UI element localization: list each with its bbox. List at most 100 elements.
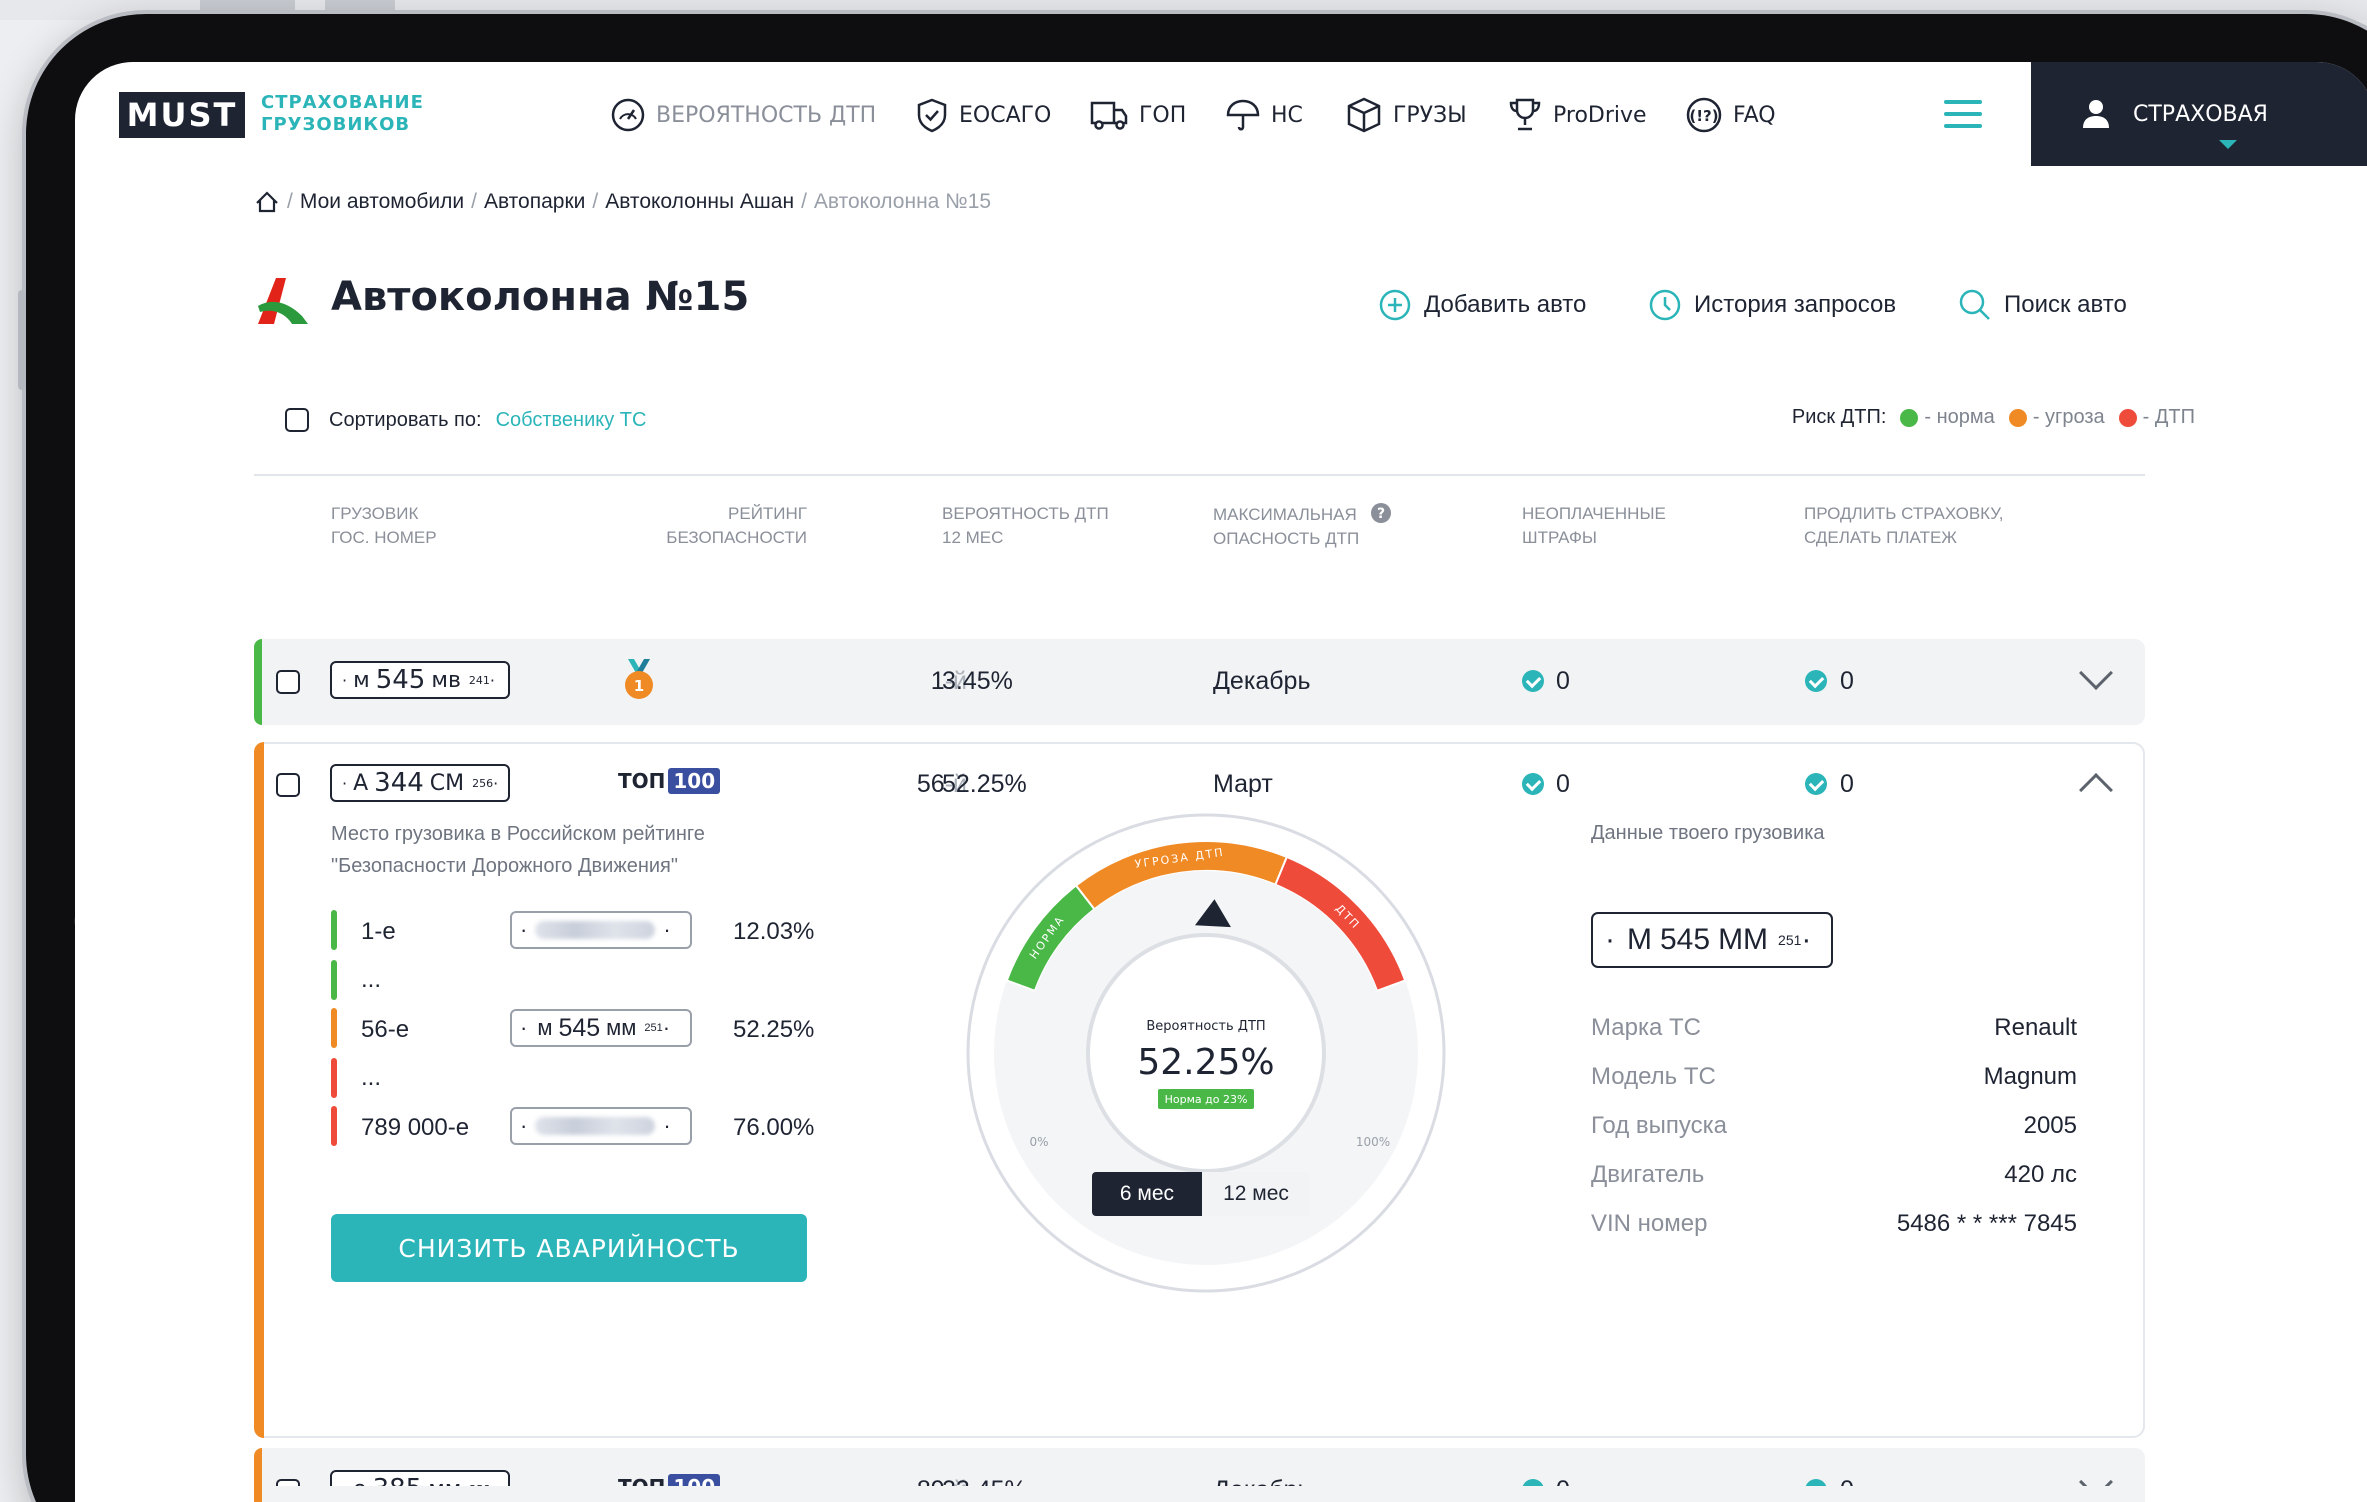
nav-item-eosago[interactable]: ЕОСАГО <box>915 92 1051 138</box>
chevron-down-icon[interactable] <box>2219 140 2237 149</box>
blurred-plate: · · <box>510 1107 692 1145</box>
search-vehicle-label: Поиск авто <box>2004 291 2127 318</box>
plate-number: 344 <box>374 768 424 798</box>
nav-item-cargo[interactable]: ГРУЗЫ <box>1345 92 1467 138</box>
risk-legend-title: Риск ДТП: <box>1791 406 1887 428</box>
chevron-down-icon[interactable] <box>2079 656 2113 690</box>
license-plate: · А 344 СМ 256 · <box>330 764 510 802</box>
check-icon <box>1522 670 1544 692</box>
sort-dropdown[interactable]: Собственику ТС <box>496 409 647 432</box>
breadcrumb-separator: / <box>801 190 807 213</box>
table-row[interactable] <box>254 1486 2145 1502</box>
spec-label: VIN номер <box>1591 1210 1708 1237</box>
column-header-renew: ПРОДЛИТЬ СТРАХОВКУ, СДЕЛАТЬ ПЛАТЕЖ <box>1804 502 2004 550</box>
plate-letters: ММ <box>1718 923 1769 956</box>
add-vehicle-label: Добавить авто <box>1424 291 1587 318</box>
nav-label: ProDrive <box>1553 102 1647 128</box>
column-header-line: НЕОПЛАЧЕННЫЕ <box>1522 504 1666 523</box>
row-checkbox[interactable] <box>276 773 300 797</box>
column-header-text: МАКСИМАЛЬНАЯ <box>1213 505 1357 524</box>
truck-icon <box>1090 101 1128 130</box>
chevron-up-icon[interactable] <box>2079 773 2113 807</box>
rank-bar <box>331 1106 337 1146</box>
svg-text:(!?): (!?) <box>1689 107 1718 125</box>
nav-item-prodrive[interactable]: ProDrive <box>1507 92 1647 138</box>
add-vehicle-button[interactable]: Добавить авто <box>1378 288 1586 322</box>
volume-button <box>18 290 26 390</box>
risk-legend-threat: - угроза <box>2032 406 2105 428</box>
top100-badge: ТОП100 <box>618 768 721 794</box>
rank-place: 789 000-е <box>361 1114 470 1141</box>
check-icon <box>1805 773 1827 795</box>
background-window-tab <box>325 0 395 14</box>
logo-subtitle-line: ГРУЗОВИКОВ <box>261 114 411 135</box>
breadcrumb-link[interactable]: Автоколонны Ашан <box>605 190 794 214</box>
plate-letter: А <box>353 770 369 796</box>
sort-control: Сортировать по: Собственику ТС <box>285 408 646 432</box>
column-header-line: ГРУЗОВИК <box>331 504 419 523</box>
nav-item-accident-probability[interactable]: ВЕРОЯТНОСТЬ ДТП <box>610 92 876 138</box>
plate-dot: · <box>662 1015 671 1040</box>
risk-indicator-bar <box>254 639 262 725</box>
nav-label: ГРУЗЫ <box>1393 102 1467 128</box>
plate-dot: · <box>342 773 348 793</box>
plate-dot: · <box>489 670 495 690</box>
nav-item-gop[interactable]: ГОП <box>1089 92 1186 138</box>
blurred-plate-number <box>535 921 656 939</box>
home-icon[interactable] <box>254 190 280 214</box>
breadcrumb: / Мои автомобили / Автопарки / Автоколон… <box>254 190 991 214</box>
nav-item-ns[interactable]: НС <box>1225 92 1303 138</box>
rank-value: 12.03% <box>733 918 815 945</box>
plate-region: 256 <box>472 776 494 790</box>
top100-number: 100 <box>668 768 721 794</box>
search-icon <box>1959 289 1990 320</box>
truck-data-title: Данные твоего грузовика <box>1591 822 1825 844</box>
reduce-accident-button[interactable]: СНИЗИТЬ АВАРИЙНОСТЬ <box>331 1214 807 1282</box>
plate-region: 251 <box>1778 932 1802 948</box>
request-history-button[interactable]: История запросов <box>1648 288 1896 322</box>
row-checkbox[interactable] <box>276 670 300 694</box>
medal-icon: 1 <box>625 659 653 699</box>
nav-label: НС <box>1271 102 1303 128</box>
column-header-line: ШТРАФЫ <box>1522 528 1597 547</box>
accident-gauge: Вероятность ДТП 52.25% Норма до 23% 0% 1… <box>966 813 1446 1293</box>
rank-bar <box>331 910 337 950</box>
breadcrumb-current: Автоколонна №15 <box>813 190 992 213</box>
breadcrumb-link[interactable]: Автопарки <box>484 190 585 214</box>
nav-item-faq[interactable]: (!?) FAQ <box>1685 92 1776 138</box>
divider <box>254 474 2145 476</box>
sort-label: Сортировать по: <box>329 408 482 431</box>
screenshot: MUST СТРАХОВАНИЕ ГРУЗОВИКОВ ВЕРОЯТНОСТЬ … <box>0 0 2367 1502</box>
plate-letter: м <box>537 1015 553 1040</box>
speedometer-icon <box>611 98 645 132</box>
menu-icon[interactable] <box>1944 100 1982 128</box>
plate-dot: · <box>1801 923 1812 956</box>
gauge-value: 52.25% <box>1137 1042 1274 1083</box>
period-12m-button[interactable]: 12 мес <box>1202 1172 1310 1216</box>
user-menu[interactable]: СТРАХОВАЯ <box>2031 62 2367 166</box>
renew-insurance[interactable]: 0 <box>1840 667 1854 696</box>
column-header-line: МАКСИМАЛЬНАЯ ? <box>1213 502 1392 527</box>
help-icon[interactable]: ? <box>1370 502 1392 524</box>
logo[interactable]: MUST <box>119 92 245 138</box>
plate-letter: м <box>353 667 370 693</box>
column-header-line: ВЕРОЯТНОСТЬ ДТП <box>942 504 1109 523</box>
plate-number: 545 <box>558 1013 601 1042</box>
license-plate: · м 545 мв 241 · <box>330 661 510 699</box>
plate-letters: СМ <box>429 770 465 796</box>
plate-dot: · <box>493 773 499 793</box>
period-6m-button[interactable]: 6 мес <box>1092 1172 1202 1216</box>
search-vehicle-button[interactable]: Поиск авто <box>1958 288 2127 322</box>
column-header-probability: ВЕРОЯТНОСТЬ ДТП 12 МЕС <box>942 502 1109 550</box>
table-row[interactable]: · м 545 мв 241 · 1 1-й 3.45% Декабрь 0 0 <box>254 639 2145 725</box>
rank-place: 1-е <box>361 918 396 945</box>
select-all-checkbox[interactable] <box>285 408 309 432</box>
nav-label: FAQ <box>1733 102 1776 128</box>
plate-dot: · <box>520 1015 528 1040</box>
tablet-screen: MUST СТРАХОВАНИЕ ГРУЗОВИКОВ ВЕРОЯТНОСТЬ … <box>75 62 2367 1502</box>
breadcrumb-link[interactable]: Мои автомобили <box>300 190 464 214</box>
renew-insurance[interactable]: 0 <box>1840 770 1854 799</box>
column-header-fines: НЕОПЛАЧЕННЫЕ ШТРАФЫ <box>1522 502 1666 550</box>
accident-probability: 52.25% <box>942 770 1027 798</box>
column-header-line: ПРОДЛИТЬ СТРАХОВКУ, <box>1804 504 2004 523</box>
